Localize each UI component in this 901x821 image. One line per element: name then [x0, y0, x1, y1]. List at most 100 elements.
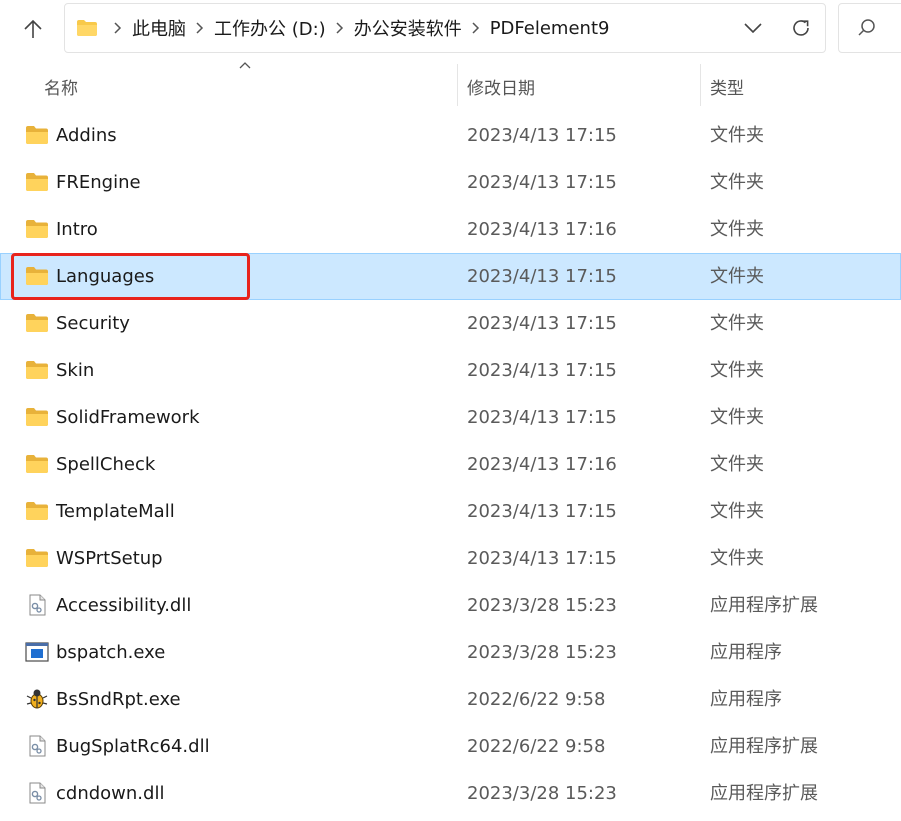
address-history-button[interactable] — [729, 4, 777, 52]
file-type: 文件夹 — [710, 172, 764, 193]
file-modified-date: 2023/4/13 17:16 — [467, 219, 617, 240]
file-type: 文件夹 — [710, 313, 764, 334]
file-name: WSPrtSetup — [56, 548, 163, 569]
folder-icon — [25, 265, 49, 287]
file-modified-date: 2022/6/22 9:58 — [467, 689, 606, 710]
column-header-type[interactable]: 类型 — [710, 64, 900, 108]
file-type: 文件夹 — [710, 360, 764, 381]
breadcrumb-item-this-pc[interactable]: 此电脑 — [132, 15, 186, 41]
file-modified-date: 2023/4/13 17:15 — [467, 266, 617, 287]
file-row[interactable]: cdndown.dll 2023/3/28 15:23 应用程序扩展 — [0, 770, 901, 817]
file-modified-date: 2022/6/22 9:58 — [467, 736, 606, 757]
file-type: 文件夹 — [710, 454, 764, 475]
file-name: Addins — [56, 125, 117, 146]
file-modified-date: 2023/3/28 15:23 — [467, 642, 617, 663]
folder-icon — [25, 312, 49, 334]
file-type: 文件夹 — [710, 501, 764, 522]
file-row[interactable]: BugSplatRc64.dll 2022/6/22 9:58 应用程序扩展 — [0, 723, 901, 770]
file-name: SolidFramework — [56, 407, 200, 428]
file-modified-date: 2023/4/13 17:15 — [467, 125, 617, 146]
file-name: BsSndRpt.exe — [56, 689, 181, 710]
folder-icon — [25, 453, 49, 475]
file-row[interactable]: BsSndRpt.exe 2022/6/22 9:58 应用程序 — [0, 676, 901, 723]
file-type: 应用程序扩展 — [710, 736, 818, 757]
file-type: 应用程序扩展 — [710, 783, 818, 804]
file-row[interactable]: TemplateMall 2023/4/13 17:15 文件夹 — [0, 488, 901, 535]
file-type: 文件夹 — [710, 407, 764, 428]
file-row[interactable]: WSPrtSetup 2023/4/13 17:15 文件夹 — [0, 535, 901, 582]
file-name: FREngine — [56, 172, 141, 193]
chevron-down-icon — [744, 23, 762, 33]
address-bar[interactable]: 此电脑 工作办公 (D:) 办公安装软件 PDFelement9 — [64, 3, 826, 53]
file-modified-date: 2023/3/28 15:23 — [467, 783, 617, 804]
file-name: Intro — [56, 219, 98, 240]
file-type: 文件夹 — [710, 125, 764, 146]
breadcrumb-item-drive-d[interactable]: 工作办公 (D:) — [214, 15, 326, 41]
column-header-name-label: 名称 — [44, 78, 78, 99]
up-button[interactable] — [14, 10, 52, 48]
breadcrumb: 此电脑 工作办公 (D:) 办公安装软件 PDFelement9 — [65, 15, 729, 41]
refresh-button[interactable] — [777, 4, 825, 52]
chevron-right-icon[interactable] — [114, 22, 122, 34]
folder-icon — [25, 171, 49, 193]
breadcrumb-item-pdfelement9[interactable]: PDFelement9 — [490, 18, 610, 39]
file-name: Skin — [56, 360, 95, 381]
file-type: 文件夹 — [710, 219, 764, 240]
file-name: Security — [56, 313, 130, 334]
file-name: TemplateMall — [56, 501, 175, 522]
file-row[interactable]: bspatch.exe 2023/3/28 15:23 应用程序 — [0, 629, 901, 676]
file-name: Languages — [56, 266, 155, 287]
chevron-right-icon[interactable] — [196, 22, 204, 34]
file-modified-date: 2023/3/28 15:23 — [467, 595, 617, 616]
file-row[interactable]: Security 2023/4/13 17:15 文件夹 — [0, 300, 901, 347]
file-modified-date: 2023/4/13 17:16 — [467, 454, 617, 475]
file-name: cdndown.dll — [56, 783, 165, 804]
file-row[interactable]: Addins 2023/4/13 17:15 文件夹 — [0, 112, 901, 159]
file-type: 应用程序扩展 — [710, 595, 818, 616]
file-name: bspatch.exe — [56, 642, 166, 663]
arrow-up-icon — [24, 19, 42, 38]
column-header-name[interactable]: 名称 — [44, 64, 456, 108]
dll-file-icon — [25, 782, 49, 804]
folder-icon — [25, 406, 49, 428]
file-row[interactable]: Accessibility.dll 2023/3/28 15:23 应用程序扩展 — [0, 582, 901, 629]
file-modified-date: 2023/4/13 17:15 — [467, 360, 617, 381]
file-type: 文件夹 — [710, 266, 764, 287]
file-row[interactable]: SolidFramework 2023/4/13 17:15 文件夹 — [0, 394, 901, 441]
column-header-date-label: 修改日期 — [467, 78, 535, 99]
folder-icon — [77, 20, 97, 36]
file-type: 应用程序 — [710, 689, 782, 710]
folder-icon — [25, 359, 49, 381]
file-row[interactable]: SpellCheck 2023/4/13 17:16 文件夹 — [0, 441, 901, 488]
file-type: 应用程序 — [710, 642, 782, 663]
file-list: Addins 2023/4/13 17:15 文件夹 FREngine 2023/4/1… — [0, 112, 901, 817]
file-name: Accessibility.dll — [56, 595, 192, 616]
exe-window-icon — [25, 641, 49, 663]
file-type: 文件夹 — [710, 548, 764, 569]
search-icon — [858, 19, 875, 36]
search-input[interactable] — [838, 3, 901, 53]
file-modified-date: 2023/4/13 17:15 — [467, 407, 617, 428]
file-modified-date: 2023/4/13 17:15 — [467, 501, 617, 522]
file-row[interactable]: FREngine 2023/4/13 17:15 文件夹 — [0, 159, 901, 206]
column-divider[interactable] — [700, 64, 701, 106]
column-header-date[interactable]: 修改日期 — [467, 64, 697, 108]
folder-icon — [25, 547, 49, 569]
column-divider[interactable] — [457, 64, 458, 106]
chevron-right-icon[interactable] — [336, 22, 344, 34]
file-modified-date: 2023/4/13 17:15 — [467, 548, 617, 569]
file-name: BugSplatRc64.dll — [56, 736, 210, 757]
file-name: SpellCheck — [56, 454, 156, 475]
dll-file-icon — [25, 594, 49, 616]
file-row[interactable]: Intro 2023/4/13 17:16 文件夹 — [0, 206, 901, 253]
folder-icon — [25, 500, 49, 522]
refresh-icon — [793, 20, 809, 36]
file-modified-date: 2023/4/13 17:15 — [467, 172, 617, 193]
file-row[interactable]: Languages 2023/4/13 17:15 文件夹 — [0, 253, 901, 300]
file-row[interactable]: Skin 2023/4/13 17:15 文件夹 — [0, 347, 901, 394]
chevron-right-icon[interactable] — [472, 22, 480, 34]
folder-icon — [25, 218, 49, 240]
folder-icon — [25, 124, 49, 146]
breadcrumb-item-software[interactable]: 办公安装软件 — [354, 15, 462, 41]
file-modified-date: 2023/4/13 17:15 — [467, 313, 617, 334]
